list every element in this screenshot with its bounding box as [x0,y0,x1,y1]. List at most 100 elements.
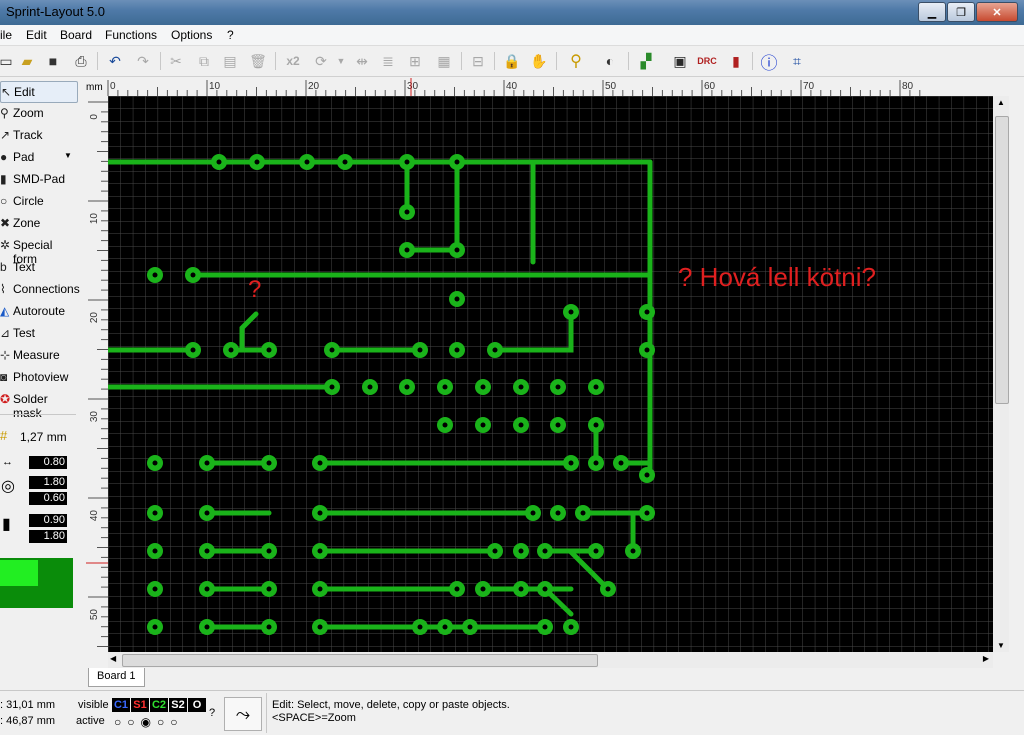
pad-inner-value[interactable]: 0.60 [29,492,67,505]
pcb-pad[interactable] [199,505,215,521]
pcb-wizard-icon[interactable]: ▞ [636,51,656,71]
pcb-pad[interactable] [324,379,340,395]
tool-pad[interactable]: ● Pad ▼ [0,147,76,167]
pcb-pad[interactable] [299,154,315,170]
minimize-button[interactable]: ▁ [918,2,946,22]
pcb-pad[interactable] [412,342,428,358]
pcb-pad[interactable] [261,455,277,471]
tool-measure[interactable]: ⊹ Measure [0,345,76,365]
tool-special-form[interactable]: ✲ Special form [0,235,76,266]
horizontal-scroll-thumb[interactable] [122,654,598,667]
pcb-pad[interactable] [563,455,579,471]
align-icon[interactable]: ≣ [378,51,398,71]
paste-icon[interactable]: ▤ [220,51,240,71]
lock-icon[interactable]: 🔒 [502,51,522,71]
pcb-pad[interactable] [588,379,604,395]
delete-icon[interactable]: 🗑 [248,51,268,71]
pcb-pad[interactable] [312,543,328,559]
pcb-pad[interactable] [613,455,629,471]
pcb-pad[interactable] [487,543,503,559]
vertical-scrollbar[interactable]: ▲ ▼ [993,96,1009,652]
pcb-pad[interactable] [337,154,353,170]
menu-edit[interactable]: Edit [26,28,47,42]
pcb-pad[interactable] [312,581,328,597]
pcb-pad[interactable] [588,543,604,559]
pcb-pad[interactable] [449,581,465,597]
pcb-pad[interactable] [588,455,604,471]
pcb-pad[interactable] [147,267,163,283]
pcb-pad[interactable] [449,342,465,358]
pcb-pad[interactable] [261,543,277,559]
scroll-up-icon[interactable]: ▲ [997,98,1005,107]
pcb-pad[interactable] [513,581,529,597]
rotate-dropdown-icon[interactable]: ▼ [331,51,351,71]
pcb-pad[interactable] [600,581,616,597]
tool-smd-pad[interactable]: ▮ SMD-Pad [0,169,76,189]
horizontal-scrollbar[interactable]: ◀ ▶ [108,652,993,668]
pcb-pad[interactable] [513,417,529,433]
pcb-pad[interactable] [437,379,453,395]
memory-icon[interactable]: ▮ [726,51,746,71]
menu-board[interactable]: Board [60,28,92,42]
tool-connections[interactable]: ⌇ Connections [0,279,80,299]
tool-solder-mask[interactable]: ✪ Solder mask [0,389,76,420]
pcb-pad[interactable] [563,304,579,320]
pcb-pad[interactable] [362,379,378,395]
pcb-pad[interactable] [449,154,465,170]
maximize-button[interactable]: ❐ [947,2,975,22]
drc-icon[interactable]: DRC [697,51,717,71]
layer-color-swatch[interactable] [0,558,73,608]
pad-dropdown-icon[interactable]: ▼ [64,151,72,160]
pcb-canvas[interactable]: ? ? Hová lell kötni? [108,96,993,652]
pcb-pad[interactable] [639,505,655,521]
duplicate-x2-button[interactable]: x2 [283,51,303,71]
close-button[interactable]: ✕ [976,2,1018,22]
pcb-pad[interactable] [537,543,553,559]
grid-size[interactable]: 1,27 mm [20,430,67,444]
menu-file[interactable]: ile [0,28,12,42]
pcb-pad[interactable] [513,543,529,559]
pcb-pad[interactable] [199,581,215,597]
layer-c1-toggle[interactable]: C1 [112,698,130,712]
info-icon[interactable]: ⓘ [759,51,779,73]
pcb-pad[interactable] [550,379,566,395]
pcb-pad[interactable] [475,581,491,597]
pcb-pad[interactable] [399,204,415,220]
copy-icon[interactable]: ⧉ [194,51,214,71]
pad-outer-value[interactable]: 1.80 [29,476,67,489]
pcb-pad[interactable] [449,291,465,307]
mirror-icon[interactable]: ⇹ [352,51,372,71]
pcb-pad[interactable] [625,543,641,559]
smd-width-value[interactable]: 0.90 [29,514,67,527]
pcb-pad[interactable] [199,455,215,471]
pcb-pad[interactable] [513,379,529,395]
layer-c2-toggle[interactable]: C2 [150,698,168,712]
print-icon[interactable]: ⎙ [71,51,91,71]
pcb-pad[interactable] [462,619,478,635]
pcb-pad[interactable] [147,619,163,635]
smd-height-value[interactable]: 1.80 [29,530,67,543]
pcb-pad[interactable] [223,342,239,358]
pcb-pad[interactable] [249,154,265,170]
layer-s1-toggle[interactable]: S1 [131,698,149,712]
pcb-pad[interactable] [550,417,566,433]
zoom-search-icon[interactable]: ⚲ [566,51,586,71]
pcb-pad[interactable] [147,455,163,471]
tool-zoom[interactable]: ⚲ Zoom [0,103,76,123]
pcb-pad[interactable] [639,342,655,358]
pcb-pad[interactable] [475,417,491,433]
pcb-pad[interactable] [399,154,415,170]
open-folder-icon[interactable]: ▰ [17,51,37,71]
pcb-pad[interactable] [437,417,453,433]
tab-board-1[interactable]: Board 1 [88,668,145,687]
pcb-pad[interactable] [487,342,503,358]
tool-autoroute[interactable]: ◭ Autoroute [0,301,76,321]
pcb-pad[interactable] [412,619,428,635]
crop-icon[interactable]: ⌗ [787,51,807,71]
layer-o-toggle[interactable]: O [188,698,206,712]
pcb-pad[interactable] [563,619,579,635]
pcb-pad[interactable] [639,467,655,483]
pcb-pad[interactable] [537,581,553,597]
scroll-right-icon[interactable]: ▶ [983,654,989,663]
pcb-pad[interactable] [199,543,215,559]
